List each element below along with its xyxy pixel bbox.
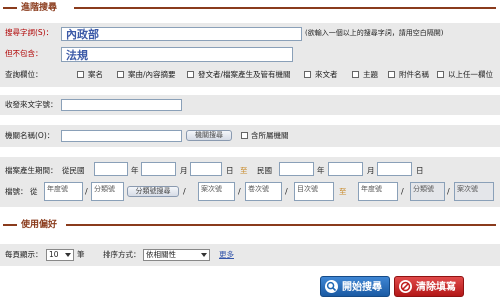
file-no-volume-placeholder: 卷次號	[248, 185, 269, 193]
sort-value: 依相關性	[146, 250, 176, 259]
file-no-class-input[interactable]: 分類號	[91, 182, 124, 201]
separator: /	[183, 187, 186, 196]
search-button[interactable]: 開始搜尋	[320, 276, 390, 297]
incoming-doc-input[interactable]	[61, 99, 182, 111]
chevron-down-icon	[65, 253, 71, 257]
file-no-year-placeholder: 年度號	[47, 185, 68, 193]
class-search-button[interactable]: 分類號搜尋	[127, 186, 179, 197]
keyword-hint: (欲輸入一個以上的搜尋字詞，請用空白隔開)	[305, 29, 444, 37]
period-from-label: 從民國	[62, 166, 85, 175]
field-checkbox-receiver[interactable]	[304, 71, 311, 78]
section-header-advanced-search: 進階搜尋	[0, 2, 500, 14]
file-no-to-year-input[interactable]: 年度號	[358, 182, 398, 201]
sort-select[interactable]: 依相關性	[143, 249, 210, 261]
header-rule-left	[3, 224, 17, 226]
agency-input[interactable]	[61, 130, 182, 142]
separator: /	[401, 187, 404, 196]
field-checkbox-sender[interactable]	[187, 71, 194, 78]
period-from-year-input[interactable]	[94, 162, 128, 176]
period-to-month-input[interactable]	[328, 162, 363, 176]
incoming-doc-label: 收發來文字號：	[5, 100, 58, 109]
section-title-preferences: 使用偏好	[21, 220, 58, 230]
field-option-any: 以上任一欄位	[448, 70, 493, 79]
field-option-subject: 主題	[363, 70, 378, 79]
file-no-case-placeholder: 案次號	[201, 185, 222, 193]
period-label: 檔案產生期間：	[5, 166, 58, 175]
file-no-class-placeholder: 分類號	[94, 185, 115, 193]
field-checkbox-any[interactable]	[437, 71, 444, 78]
period-to-year-input[interactable]	[279, 162, 314, 176]
per-page-value: 10	[49, 250, 59, 259]
file-no-to-case-placeholder: 案次號	[457, 185, 478, 193]
section-header-preferences: 使用偏好	[0, 219, 500, 231]
fields-label: 查詢欄位：	[5, 70, 43, 79]
per-page-select[interactable]: 10	[46, 249, 74, 261]
period-to-month-unit: 月	[367, 166, 375, 175]
keyword-label: 搜尋字詞(S)：	[5, 28, 54, 37]
agency-search-button[interactable]: 機關搜尋	[186, 130, 232, 141]
field-option-summary: 案由/內容摘要	[128, 70, 176, 79]
file-no-item-input[interactable]: 目次號	[294, 182, 334, 201]
field-option-receiver: 來文者	[315, 70, 338, 79]
include-sub-label: 含所屬機關	[251, 131, 289, 140]
chevron-down-icon	[201, 253, 207, 257]
file-no-year-input[interactable]: 年度號	[44, 182, 83, 201]
period-month-unit: 月	[180, 166, 188, 175]
file-no-to-case-input[interactable]: 案次號	[454, 182, 494, 201]
field-option-name: 案名	[88, 70, 103, 79]
field-checkbox-summary[interactable]	[117, 71, 124, 78]
field-option-attachment: 附件名稱	[399, 70, 429, 79]
per-page-label: 每頁顯示：	[5, 250, 43, 259]
header-rule-right	[74, 7, 496, 9]
separator: /	[447, 187, 450, 196]
preferences-panel	[0, 244, 500, 266]
sort-label: 排序方式：	[103, 250, 141, 259]
agency-label: 機關名稱(O)：	[5, 131, 55, 140]
period-roc-label: 民國	[257, 166, 272, 175]
file-no-to-class-input[interactable]: 分類號	[410, 182, 445, 201]
period-to-label: 至	[240, 166, 248, 175]
more-link[interactable]: 更多	[219, 250, 234, 260]
exclude-value: 法規	[66, 49, 88, 62]
header-rule-left	[3, 7, 17, 9]
prohibit-icon	[399, 280, 412, 293]
clear-button-label: 清除填寫	[416, 282, 456, 293]
keyword-input[interactable]: 內政部	[61, 27, 302, 41]
exclude-label: 但不包含：	[5, 49, 43, 58]
exclude-input[interactable]: 法規	[61, 47, 293, 62]
separator: /	[85, 187, 88, 196]
field-checkbox-name[interactable]	[77, 71, 84, 78]
field-checkbox-subject[interactable]	[352, 71, 359, 78]
period-to-day-input[interactable]	[377, 162, 412, 176]
separator: /	[285, 187, 288, 196]
header-rule-right	[66, 224, 496, 226]
field-checkbox-attachment[interactable]	[388, 71, 395, 78]
period-from-day-input[interactable]	[190, 162, 222, 176]
file-no-label: 檔號：	[5, 187, 28, 196]
file-no-case-input[interactable]: 案次號	[198, 182, 235, 201]
period-from-month-input[interactable]	[141, 162, 176, 176]
separator: /	[238, 187, 241, 196]
file-no-to-class-placeholder: 分類號	[413, 185, 434, 193]
period-day-unit: 日	[226, 166, 234, 175]
file-no-from-label: 從	[30, 187, 38, 196]
file-no-item-placeholder: 目次號	[297, 185, 318, 193]
field-option-sender: 發文者/檔案產生及管有機關	[198, 70, 291, 79]
file-no-to-label: 至	[339, 187, 347, 196]
search-button-label: 開始搜尋	[342, 282, 382, 293]
search-icon	[325, 280, 338, 293]
period-year-unit: 年	[131, 166, 139, 175]
section-title-advanced-search: 進階搜尋	[21, 3, 58, 13]
clear-button[interactable]: 清除填寫	[394, 276, 464, 297]
per-page-unit: 筆	[77, 250, 85, 259]
period-to-day-unit: 日	[416, 166, 424, 175]
include-sub-checkbox[interactable]	[241, 132, 248, 139]
period-to-year-unit: 年	[317, 166, 325, 175]
file-no-to-year-placeholder: 年度號	[361, 185, 382, 193]
keyword-value: 內政部	[66, 28, 99, 41]
file-no-volume-input[interactable]: 卷次號	[245, 182, 282, 201]
